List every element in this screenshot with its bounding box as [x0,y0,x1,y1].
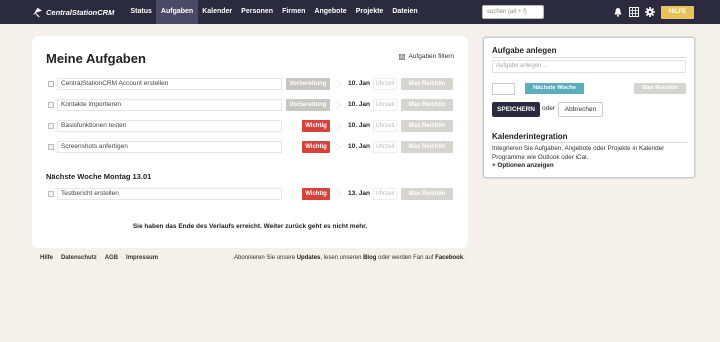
nav-status[interactable]: Status [126,0,156,24]
due-date[interactable]: 10. Jan [347,99,371,111]
assignee-button[interactable]: Max Reichlin [634,83,686,94]
calendar-integration-heading: Kalenderintegration [492,132,568,141]
chevron-right-icon[interactable] [335,101,342,109]
assignee-button[interactable]: Max Reichlin [401,188,453,200]
help-button[interactable]: HILFE [661,6,694,19]
time-field[interactable]: Uhrzeit [373,141,397,153]
chevron-right-icon[interactable] [335,143,342,151]
due-date[interactable]: 10. Jan [347,120,371,132]
due-date[interactable]: 10. Jan [347,78,371,90]
assignee-button[interactable]: Max Reichlin [401,120,453,132]
tasks-panel: Meine Aufgaben Aufgaben filtern CentralS… [32,36,468,248]
nav-kalender[interactable]: Kalender [198,0,237,24]
footer-links: Hilfe · Datenschutz · AGB · Impressum [40,255,158,261]
time-field[interactable]: Uhrzeit [373,99,397,111]
time-field[interactable]: Uhrzeit [373,120,397,132]
task-checkbox[interactable] [48,102,54,108]
task-row: Testbericht erstellen Wichtig 13. Jan Uh… [46,188,454,200]
footer-text: Abonnieren Sie unsere [234,255,296,261]
footer-text: . [463,255,465,261]
footer-link-help[interactable]: Hilfe [40,255,53,261]
date-input[interactable] [492,83,515,95]
status-badge[interactable]: Wichtig [302,188,330,200]
next-week-heading: Nächste Woche Montag 13.01 [46,172,152,181]
task-title-field[interactable]: Basisfunktionen testen [57,120,282,132]
calendar-integration-text: Integrieren Sie Aufgaben, Angebote oder … [492,145,665,161]
due-date[interactable]: 10. Jan [347,141,371,153]
footer-text: , lesen unseren [320,255,362,261]
task-checkbox[interactable] [48,123,54,129]
show-options-link[interactable]: + Optionen anzeigen [492,162,554,169]
task-row: CentralStationCRM Account erstellen Vorb… [46,78,454,90]
task-title-field[interactable]: CentralStationCRM Account erstellen [57,78,282,90]
divider [492,142,687,143]
divider [492,57,687,58]
filter-icon [399,53,406,60]
updates-link[interactable]: Updates [297,255,321,261]
task-row: Screenshots anfertigen Wichtig 10. Jan U… [46,141,454,153]
task-row: Basisfunktionen testen Wichtig 10. Jan U… [46,120,454,132]
or-text: oder [542,105,556,112]
top-navigation-bar: CentralStationCRM Status Aufgaben Kalend… [0,0,720,24]
search-input[interactable]: suchen (alt + f) [482,5,544,19]
footer-separator: · [99,255,102,261]
logo-text: CentralStationCRM [46,7,115,17]
end-of-list-message: Sie haben das Ende des Verlaufs erreicht… [132,223,368,230]
bell-icon[interactable] [613,7,623,17]
nav-angebote[interactable]: Angebote [310,0,351,24]
time-field[interactable]: Uhrzeit [373,78,397,90]
create-task-panel: Aufgabe anlegen Aufgabe anlegen ... Näch… [483,37,695,178]
nav-aufgaben[interactable]: Aufgaben [156,0,198,24]
nav-projekte[interactable]: Projekte [351,0,388,24]
chevron-right-icon[interactable] [335,122,342,130]
blog-link[interactable]: Blog [363,255,376,261]
assignee-button[interactable]: Max Reichlin [401,141,453,153]
assignee-button[interactable]: Max Reichlin [401,78,453,90]
task-title-field[interactable]: Screenshots anfertigen [57,141,282,153]
task-row: Kontakte importieren Vorbereitung 10. Ja… [46,99,454,111]
logo[interactable]: CentralStationCRM [32,6,114,18]
nav-dateien[interactable]: Dateien [388,0,422,24]
footer-separator: · [56,255,59,261]
facebook-link[interactable]: Facebook [435,255,463,261]
new-task-input[interactable]: Aufgabe anlegen ... [492,60,686,73]
gear-icon[interactable] [645,7,655,17]
nav-personen[interactable]: Personen [237,0,278,24]
calendar-grid-icon[interactable] [629,7,639,17]
create-task-heading: Aufgabe anlegen [492,46,557,55]
footer-separator: · [121,255,124,261]
next-week-button[interactable]: Nächste Woche [525,83,584,94]
due-date[interactable]: 13. Jan [347,188,371,200]
time-field[interactable]: Uhrzeit [373,188,397,200]
main-nav: Status Aufgaben Kalender Personen Firmen… [126,0,422,24]
logo-mark-icon [32,7,43,17]
nav-firmen[interactable]: Firmen [278,0,310,24]
cancel-button[interactable]: Abbrechen [558,102,603,117]
footer-social-text: Abonnieren Sie unsere Updates, lesen uns… [234,255,465,261]
footer-text: oder werden Fan auf [378,255,434,261]
task-checkbox[interactable] [48,144,54,150]
chevron-right-icon[interactable] [335,190,342,198]
filter-label: Aufgaben filtern [408,53,454,60]
status-badge[interactable]: Wichtig [302,120,330,132]
footer-link-terms[interactable]: AGB [105,255,118,261]
status-badge[interactable]: Wichtig [302,141,330,153]
task-checkbox[interactable] [48,81,54,87]
filter-tasks-link[interactable]: Aufgaben filtern [399,53,454,60]
chevron-right-icon[interactable] [335,80,342,88]
footer-link-privacy[interactable]: Datenschutz [61,255,97,261]
assignee-button[interactable]: Max Reichlin [401,99,453,111]
page-title: Meine Aufgaben [46,51,146,66]
save-button[interactable]: SPEICHERN [492,102,540,117]
footer-link-imprint[interactable]: Impressum [126,255,158,261]
task-title-field[interactable]: Testbericht erstellen [57,188,282,200]
status-badge[interactable]: Vorbereitung [286,99,330,111]
status-badge[interactable]: Vorbereitung [286,78,330,90]
task-checkbox[interactable] [48,191,54,197]
task-title-field[interactable]: Kontakte importieren [57,99,282,111]
